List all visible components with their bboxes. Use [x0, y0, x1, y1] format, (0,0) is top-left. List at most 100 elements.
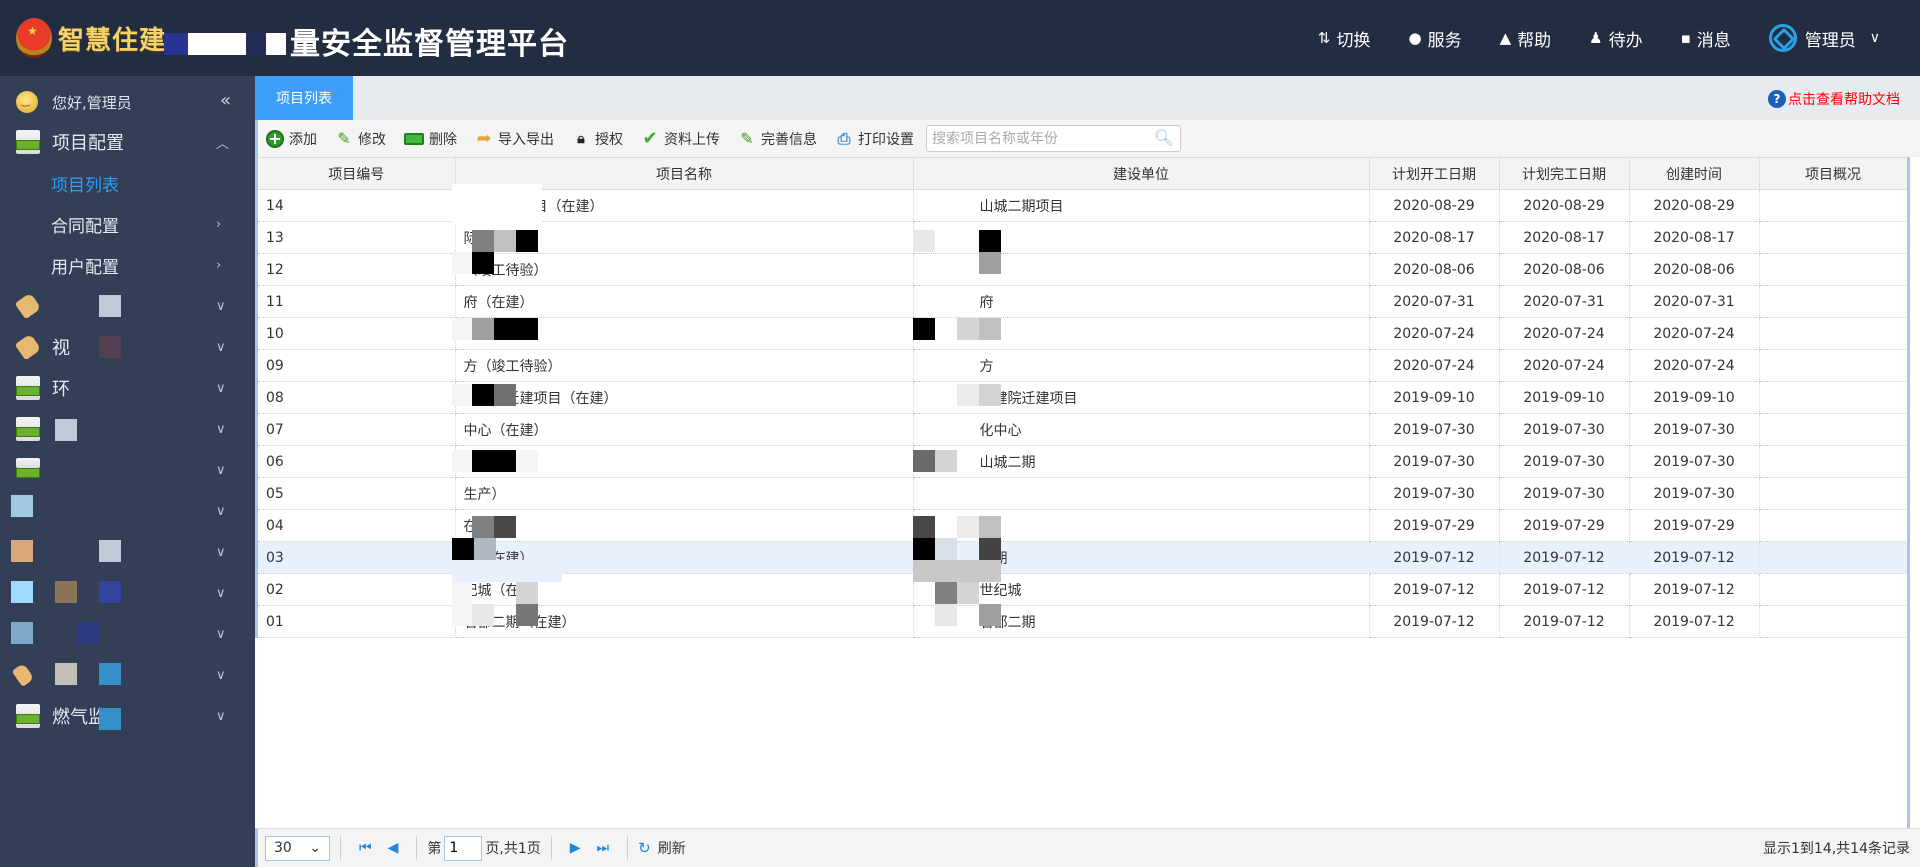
cell-overview: [1759, 509, 1908, 542]
button-label: 完善信息: [761, 131, 817, 148]
sidebar-item-project-config[interactable]: 项目配置 ︿: [0, 124, 255, 160]
admin-menu[interactable]: 管理员 ∨: [1768, 24, 1880, 52]
sidebar-item-video[interactable]: 视 ∨: [0, 329, 255, 365]
sidebar-item-redacted-4[interactable]: ∨: [0, 493, 255, 529]
print-settings-button[interactable]: ⎙ 打印设置: [835, 129, 914, 149]
cell-project-id: 13: [258, 221, 456, 254]
sidebar-item-redacted-6[interactable]: ∨: [0, 575, 255, 611]
sidebar-item-label: 视: [52, 338, 70, 359]
cell-project-id: 10: [258, 317, 456, 350]
cell-end-date: 2020-08-17: [1499, 221, 1630, 254]
refresh-button[interactable]: ↻ 刷新: [638, 838, 686, 858]
cell-end-date: 2020-07-24: [1499, 349, 1630, 382]
sidebar-item-redacted-8[interactable]: ∨: [0, 657, 255, 693]
tag-icon: [14, 333, 42, 361]
cell-project-name: 在建）: [455, 509, 914, 542]
delete-button[interactable]: 删除: [404, 129, 457, 149]
cell-end-date: 2019-07-29: [1499, 509, 1630, 542]
redaction-block: [957, 516, 979, 538]
cell-end-date: 2019-07-12: [1499, 541, 1630, 574]
sidebar-item-gas-monitor[interactable]: 燃气监 ∨: [0, 698, 255, 734]
nav-service[interactable]: ● 服务: [1408, 26, 1461, 51]
cell-start-date: 2020-08-17: [1369, 221, 1500, 254]
redaction-block: [452, 560, 562, 582]
table-row[interactable]: 07 中心（在建） 化中心 2019-07-30 2019-07-30 2019-07-3…: [258, 413, 1908, 446]
redaction-block: [979, 516, 1001, 538]
sidebar-item-redacted-2[interactable]: ∨: [0, 411, 255, 447]
prev-page-button[interactable]: ◀: [388, 840, 399, 856]
sidebar-item-project-list[interactable]: 项目列表: [0, 165, 255, 201]
page-number-input[interactable]: [444, 835, 483, 861]
toolbar: + 添加 ✎ 修改 删除 ➦ 导入导出 🔒︎ 授权 ✔ 资料上传 ✎ 完善信息 …: [255, 120, 1920, 157]
column-header-start-date[interactable]: 计划开工日期: [1369, 157, 1500, 190]
next-page-button[interactable]: ▶: [570, 840, 581, 856]
redaction-block: [472, 450, 516, 472]
help-doc-link[interactable]: ? 点击查看帮助文档: [1768, 89, 1900, 109]
redaction-block: [913, 516, 935, 538]
button-label: 授权: [595, 131, 623, 148]
redaction-block: [472, 516, 494, 538]
redaction-block: [452, 318, 472, 340]
sidebar-item-user-config[interactable]: 用户配置 ›: [0, 247, 255, 283]
sidebar-item-redacted-5[interactable]: ∨: [0, 534, 255, 570]
redaction-block: [472, 384, 494, 406]
redaction-block: [55, 581, 77, 603]
first-page-button[interactable]: ⏮: [359, 840, 372, 856]
top-nav: ⇅ 切换 ● 服务 ▲ 帮助 ♟ 待办 ▪ 消息 管理员 ∨: [1280, 0, 1880, 76]
sidebar: 您好,管理员 « 项目配置 ︿ 项目列表 合同配置 › 用户配置 › ∨ 视 ∨…: [0, 76, 255, 867]
cell-project-id: 11: [258, 285, 456, 318]
table-row[interactable]: 01名都二期（在建）名都二期2019-07-122019-07-122019-0…: [258, 605, 1908, 638]
redaction-block: [452, 252, 472, 274]
nav-switch[interactable]: ⇅ 切换: [1318, 26, 1371, 51]
redaction-block: [979, 252, 1001, 274]
column-header-overview[interactable]: 项目概况: [1759, 157, 1908, 190]
cell-end-date: 2019-07-12: [1499, 605, 1630, 638]
last-page-button[interactable]: ⏭: [597, 840, 610, 856]
cell-construction-unit: 化中心: [913, 413, 1370, 446]
cell-start-date: 2020-07-24: [1369, 317, 1500, 350]
nav-messages[interactable]: ▪ 消息: [1681, 26, 1731, 51]
chevron-right-icon: ›: [216, 216, 222, 232]
cell-overview: [1759, 189, 1908, 222]
column-header-unit[interactable]: 建设单位: [913, 157, 1370, 190]
search-box: 🔍︎: [926, 125, 1181, 152]
collapse-sidebar-icon[interactable]: «: [220, 90, 231, 111]
sidebar-item-redacted-1[interactable]: ∨: [0, 288, 255, 324]
tab-project-list[interactable]: 项目列表: [255, 76, 353, 120]
table-row[interactable]: 09 方（竣工待验）方 2020-07-24 2020-07-24 2020-07-24: [258, 349, 1908, 382]
cell-project-id: 02: [258, 573, 456, 606]
pencil-icon: ✎: [337, 129, 351, 148]
column-header-id[interactable]: 项目编号: [258, 157, 456, 190]
sidebar-item-contract-config[interactable]: 合同配置 ›: [0, 206, 255, 242]
redaction-block: [516, 450, 538, 472]
redaction-block: [246, 33, 266, 55]
button-label: 打印设置: [858, 131, 914, 148]
table-row[interactable]: 12 （竣工待验） 2020-08-06 2020-08-06 2020-08-06: [258, 253, 1908, 286]
column-header-created[interactable]: 创建时间: [1629, 157, 1760, 190]
sidebar-item-environment[interactable]: 环 ∨: [0, 370, 255, 406]
redaction-block: [99, 663, 121, 685]
nav-todo[interactable]: ♟ 待办: [1589, 26, 1642, 51]
cell-project-id: 04: [258, 509, 456, 542]
add-button[interactable]: + 添加: [266, 129, 317, 149]
search-icon[interactable]: 🔍︎: [1154, 128, 1174, 147]
page-size-select[interactable]: 30 ⌄: [265, 835, 330, 861]
national-emblem-icon: [16, 18, 52, 58]
authorize-button[interactable]: 🔒︎ 授权: [572, 129, 623, 149]
cell-project-name: 保健院迁建项目（在建）: [455, 381, 914, 414]
nav-help[interactable]: ▲ 帮助: [1500, 26, 1552, 51]
check-icon: ✔: [642, 128, 658, 149]
search-input[interactable]: [927, 126, 1142, 151]
column-header-end-date[interactable]: 计划完工日期: [1499, 157, 1630, 190]
user-greeting: 您好,管理员 «: [16, 88, 231, 116]
table-row[interactable]: 11 府（在建）府 2020-07-31 2020-07-31 2020-07-31: [258, 285, 1908, 318]
upload-docs-button[interactable]: ✔ 资料上传: [641, 128, 720, 149]
redaction-block: [935, 582, 957, 604]
table-row[interactable]: 05 生产） 2019-07-30 2019-07-30 2019-07-30: [258, 477, 1908, 510]
edit-button[interactable]: ✎ 修改: [335, 129, 386, 149]
sidebar-item-redacted-3[interactable]: ∨: [0, 452, 255, 488]
complete-info-button[interactable]: ✎ 完善信息: [738, 129, 817, 149]
import-export-button[interactable]: ➦ 导入导出: [475, 128, 554, 149]
sidebar-item-redacted-7[interactable]: ∨: [0, 616, 255, 652]
user-icon: ▲: [1499, 29, 1512, 47]
